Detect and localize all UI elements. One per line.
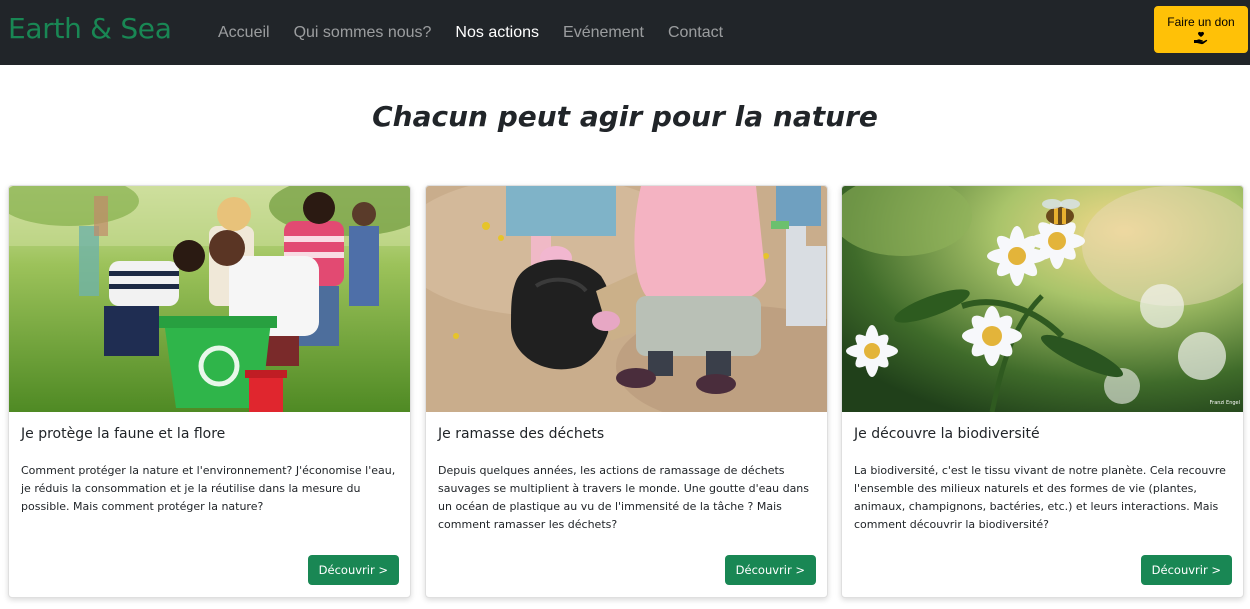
- card-title: Je découvre la biodiversité: [854, 426, 1040, 442]
- discover-button[interactable]: Découvrir >: [307, 555, 399, 585]
- children-recycling-photo: [9, 186, 410, 412]
- donate-label: Faire un don: [1167, 14, 1235, 29]
- children-picking-trash-photo: [426, 186, 827, 412]
- card-title: Je ramasse des déchets: [438, 426, 605, 442]
- card-dechets: Je ramasse des déchets Depuis quelques a…: [425, 185, 828, 598]
- card-biodiversite: Franzi Engel Je découvre la biodiversité…: [841, 185, 1244, 598]
- nav-links: Accueil Qui sommes nous? Nos actions Evé…: [206, 0, 735, 65]
- donate-button[interactable]: Faire un don: [1154, 6, 1248, 53]
- nav-item-accueil[interactable]: Accueil: [206, 24, 282, 42]
- nav-item-qui-sommes-nous[interactable]: Qui sommes nous?: [282, 24, 444, 42]
- card-text: La biodiversité, c'est le tissu vivant d…: [854, 464, 1226, 531]
- card-text: Depuis quelques années, les actions de r…: [438, 464, 810, 531]
- bee-on-flowers-photo: Franzi Engel: [842, 186, 1243, 412]
- photo-credit: Franzi Engel: [1209, 400, 1240, 406]
- nav-item-nos-actions[interactable]: Nos actions: [443, 24, 551, 42]
- page-heading: Chacun peut agir pour la nature: [372, 100, 878, 133]
- nav-item-contact[interactable]: Contact: [656, 24, 735, 42]
- navbar: Earth & Sea Accueil Qui sommes nous? Nos…: [0, 0, 1250, 65]
- hand-holding-heart-icon: [1194, 31, 1208, 44]
- brand-logo[interactable]: Earth & Sea: [8, 12, 172, 45]
- card-title: Je protège la faune et la flore: [21, 426, 226, 442]
- card-faune-flore: Je protège la faune et la flore Comment …: [8, 185, 411, 598]
- nav-item-evenement[interactable]: Evénement: [551, 24, 656, 42]
- discover-button[interactable]: Découvrir >: [724, 555, 816, 585]
- card-text: Comment protéger la nature et l'environn…: [21, 464, 396, 513]
- discover-button[interactable]: Découvrir >: [1140, 555, 1232, 585]
